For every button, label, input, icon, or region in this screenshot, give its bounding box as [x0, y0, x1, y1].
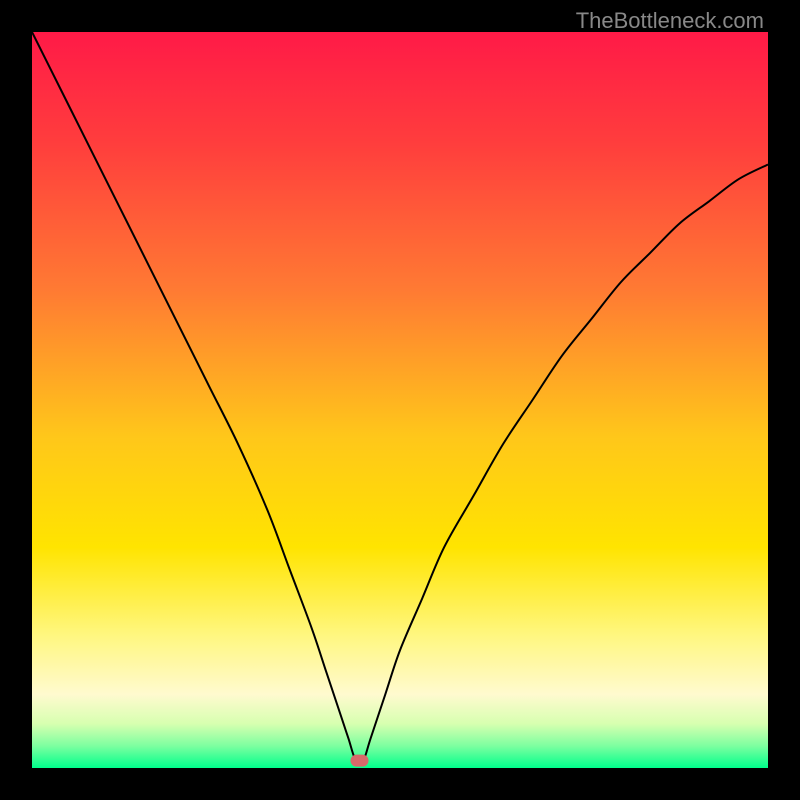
minimum-marker — [351, 755, 369, 767]
watermark-text: TheBottleneck.com — [576, 8, 764, 34]
gradient-background — [32, 32, 768, 768]
plot-area — [32, 32, 768, 768]
chart-svg — [32, 32, 768, 768]
chart-container: TheBottleneck.com — [0, 0, 800, 800]
